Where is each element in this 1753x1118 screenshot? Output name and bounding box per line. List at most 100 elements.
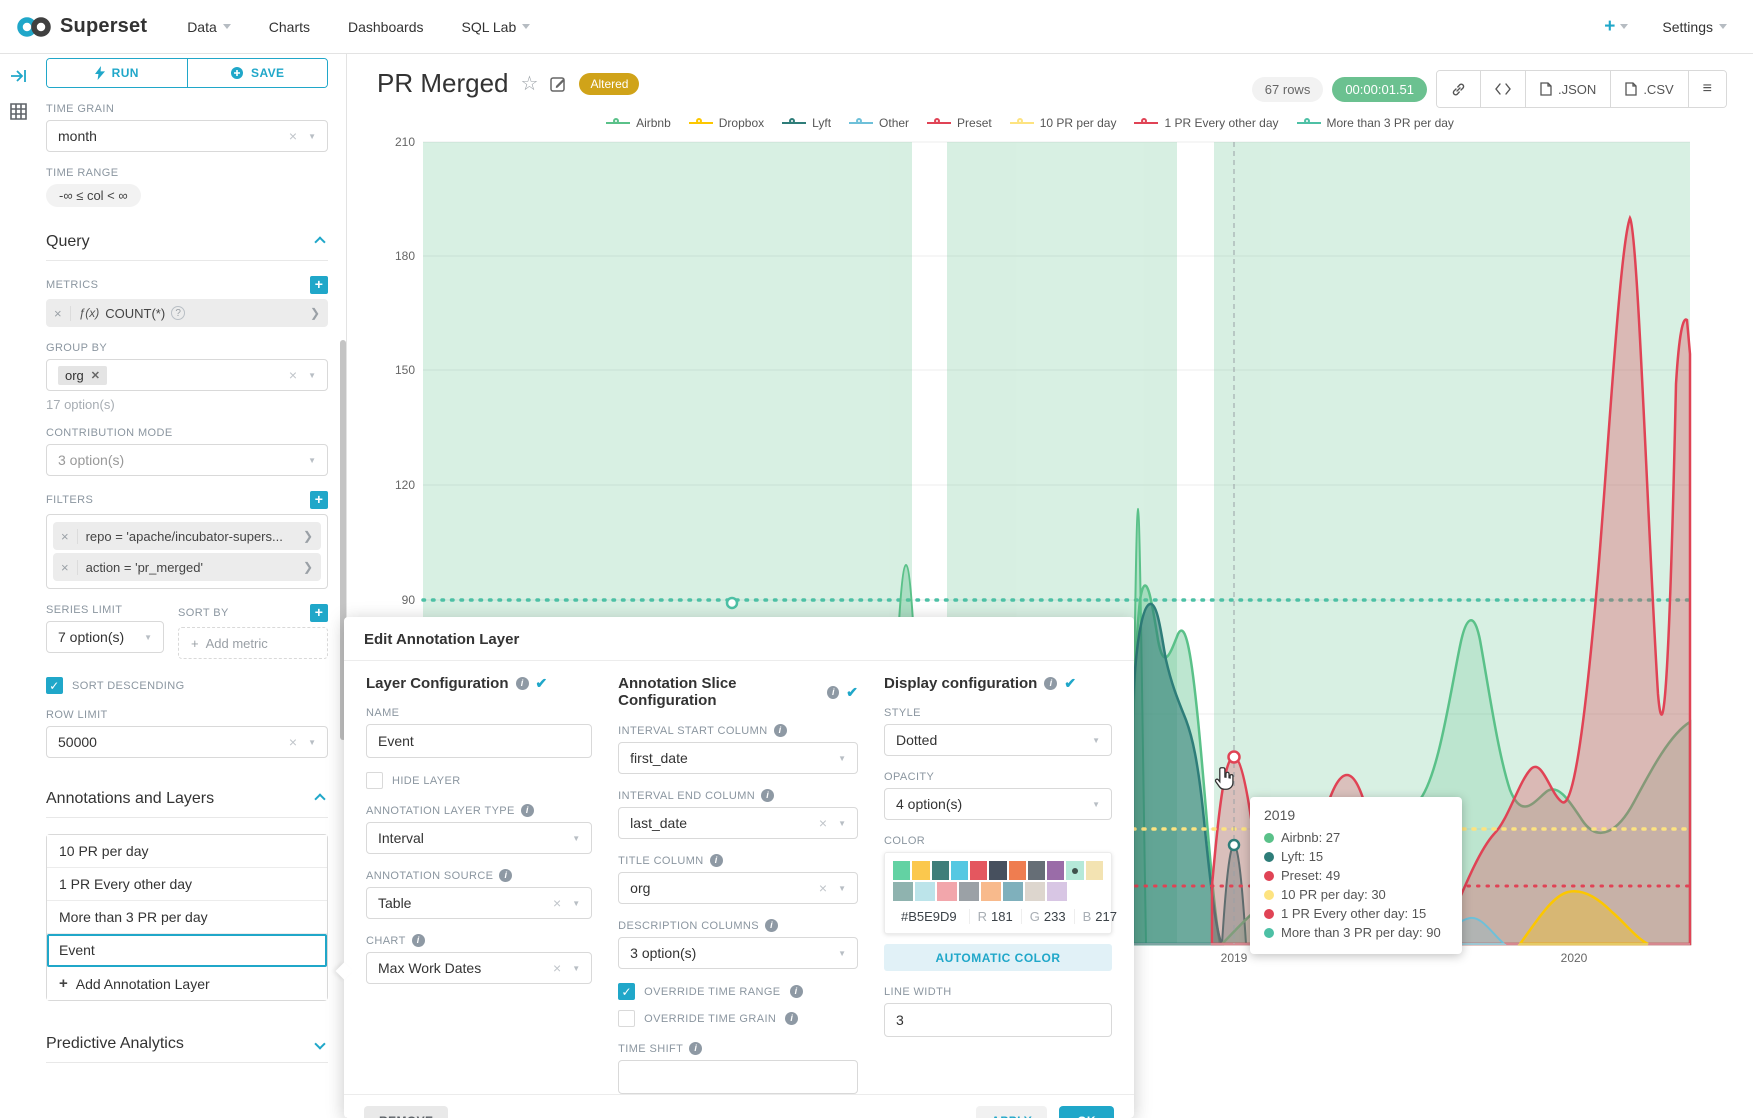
color-swatch[interactable] xyxy=(1009,861,1026,880)
color-swatch[interactable] xyxy=(970,861,987,880)
sort-by-add-metric[interactable]: + Add metric xyxy=(178,627,328,659)
interval-start-select[interactable]: first_date▼ xyxy=(618,742,858,774)
color-swatch[interactable] xyxy=(937,882,957,901)
color-swatch[interactable] xyxy=(1047,882,1067,901)
legend-item-other[interactable]: Other xyxy=(849,116,909,130)
clear-icon[interactable]: × xyxy=(553,895,561,911)
filter-pill-action[interactable]: × action = 'pr_merged' ❯ xyxy=(53,553,321,581)
superset-logo[interactable]: Superset xyxy=(16,15,147,38)
add-sort-metric-button[interactable]: + xyxy=(310,604,328,622)
color-swatch[interactable] xyxy=(959,882,979,901)
color-swatch[interactable] xyxy=(1003,882,1023,901)
color-swatch[interactable] xyxy=(1047,861,1064,880)
clear-icon[interactable]: × xyxy=(289,367,297,383)
apply-button[interactable]: APPLY xyxy=(976,1106,1047,1118)
chart-menu-button[interactable]: ≡ xyxy=(1688,71,1726,107)
export-csv-button[interactable]: .CSV xyxy=(1610,71,1687,107)
info-icon[interactable]: i xyxy=(521,804,534,817)
color-swatch[interactable] xyxy=(1025,882,1045,901)
remove-tag-icon[interactable]: ✕ xyxy=(91,369,100,382)
nav-dashboards[interactable]: Dashboards xyxy=(348,19,424,35)
line-width-input[interactable] xyxy=(884,1003,1112,1037)
altered-badge[interactable]: Altered xyxy=(579,73,639,95)
annotation-source-select[interactable]: Table×▼ xyxy=(366,887,592,919)
legend-item-10-pr-per-day[interactable]: 10 PR per day xyxy=(1010,116,1117,130)
automatic-color-button[interactable]: AUTOMATIC COLOR xyxy=(884,944,1112,971)
contribution-mode-select[interactable]: 3 option(s) ▼ xyxy=(46,444,328,476)
info-icon[interactable]: i xyxy=(689,1042,702,1055)
group-by-select[interactable]: org✕ × ▼ xyxy=(46,359,328,391)
color-swatch[interactable] xyxy=(893,861,910,880)
time-range-pill[interactable]: -∞ ≤ col < ∞ xyxy=(46,184,141,207)
row-limit-select[interactable]: 50000 × ▼ xyxy=(46,726,328,758)
color-swatch[interactable] xyxy=(981,882,1001,901)
info-icon[interactable]: i xyxy=(710,854,723,867)
collapse-annotations-icon[interactable] xyxy=(314,793,325,804)
chevron-right-icon[interactable]: ❯ xyxy=(310,306,320,320)
new-item-button[interactable]: + xyxy=(1604,16,1628,38)
title-column-select[interactable]: org×▼ xyxy=(618,872,858,904)
clear-icon[interactable]: × xyxy=(289,734,297,750)
add-filter-button[interactable]: + xyxy=(310,491,328,509)
name-input[interactable] xyxy=(366,724,592,758)
add-annotation-layer-button[interactable]: + Add Annotation Layer xyxy=(47,967,327,1000)
clear-icon[interactable]: × xyxy=(819,880,827,896)
legend-item-airbnb[interactable]: Airbnb xyxy=(606,116,671,130)
hex-value[interactable]: #B5E9D9 xyxy=(901,909,957,924)
opacity-select[interactable]: 4 option(s)▼ xyxy=(884,788,1112,820)
series-limit-select[interactable]: 7 option(s) ▼ xyxy=(46,621,164,653)
color-swatch[interactable] xyxy=(915,882,935,901)
view-query-button[interactable] xyxy=(1480,71,1525,107)
style-select[interactable]: Dotted▼ xyxy=(884,724,1112,756)
color-swatch[interactable] xyxy=(1086,861,1103,880)
hide-layer-checkbox[interactable] xyxy=(366,772,383,789)
edit-title-icon[interactable] xyxy=(550,75,567,92)
color-swatch[interactable] xyxy=(1028,861,1045,880)
info-icon[interactable]: i xyxy=(774,724,787,737)
color-swatch-selected[interactable] xyxy=(1066,861,1083,880)
info-icon[interactable]: i xyxy=(761,789,774,802)
annotation-layer-item-selected[interactable]: Event xyxy=(47,934,327,967)
group-by-tag-org[interactable]: org✕ xyxy=(58,366,107,385)
copy-link-button[interactable] xyxy=(1437,71,1480,107)
annotation-layer-type-select[interactable]: Interval▼ xyxy=(366,822,592,854)
info-icon[interactable]: i xyxy=(499,869,512,882)
expand-predictive-icon[interactable] xyxy=(314,1038,325,1049)
chart-select[interactable]: Max Work Dates×▼ xyxy=(366,952,592,984)
chevron-right-icon[interactable]: ❯ xyxy=(303,560,313,574)
run-button[interactable]: RUN xyxy=(47,59,187,87)
override-time-grain-checkbox[interactable] xyxy=(618,1010,635,1027)
legend-item-1-pr-every-other-day[interactable]: 1 PR Every other day xyxy=(1134,116,1278,130)
color-swatch[interactable] xyxy=(932,861,949,880)
color-swatch[interactable] xyxy=(989,861,1006,880)
annotation-layer-item[interactable]: More than 3 PR per day xyxy=(47,901,327,934)
info-icon[interactable]: i xyxy=(790,985,803,998)
color-swatch[interactable] xyxy=(951,861,968,880)
remove-metric-icon[interactable]: × xyxy=(54,306,71,321)
info-icon[interactable]: i xyxy=(827,686,839,699)
color-swatch[interactable] xyxy=(912,861,929,880)
annotation-layer-item[interactable]: 1 PR Every other day xyxy=(47,868,327,901)
time-shift-input[interactable] xyxy=(618,1060,858,1094)
legend-item-preset[interactable]: Preset xyxy=(927,116,992,130)
info-icon[interactable]: i xyxy=(785,1012,798,1025)
nav-charts[interactable]: Charts xyxy=(269,19,310,35)
ok-button[interactable]: OK xyxy=(1059,1106,1114,1118)
interval-end-select[interactable]: last_date×▼ xyxy=(618,807,858,839)
favorite-star-icon[interactable]: ☆ xyxy=(521,71,539,96)
annotation-layer-item[interactable]: 10 PR per day xyxy=(47,835,327,868)
color-swatch[interactable] xyxy=(893,882,913,901)
description-columns-select[interactable]: 3 option(s)▼ xyxy=(618,937,858,969)
legend-item-lyft[interactable]: Lyft xyxy=(782,116,831,130)
datasource-grid-icon[interactable] xyxy=(10,103,27,120)
clear-icon[interactable]: × xyxy=(553,960,561,976)
sort-descending-checkbox[interactable]: ✓ xyxy=(46,677,63,694)
info-icon[interactable]: i xyxy=(516,677,529,690)
export-json-button[interactable]: .JSON xyxy=(1525,71,1610,107)
info-icon[interactable]: i xyxy=(765,919,778,932)
collapse-query-icon[interactable] xyxy=(314,236,325,247)
info-icon[interactable]: i xyxy=(1044,677,1057,690)
remove-filter-icon[interactable]: × xyxy=(61,560,78,575)
filter-pill-repo[interactable]: × repo = 'apache/incubator-supers... ❯ xyxy=(53,522,321,550)
chevron-right-icon[interactable]: ❯ xyxy=(303,529,313,543)
